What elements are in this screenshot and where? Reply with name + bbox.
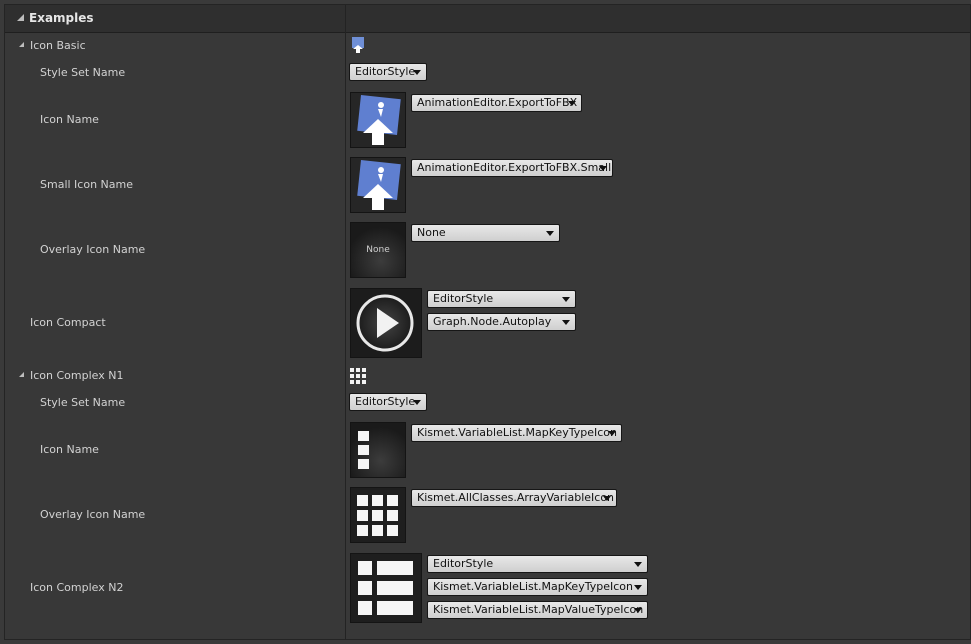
map-key-type-preview-icon — [350, 422, 406, 478]
chevron-down-icon — [568, 101, 576, 106]
dropdown-value: Kismet.VariableList.MapValueTypeIcon — [433, 603, 644, 616]
icon-complex-n2-label: Icon Complex N2 — [30, 581, 124, 594]
array-grid-small-icon — [350, 368, 366, 384]
dropdown-value: Graph.Node.Autoplay — [433, 315, 552, 328]
autoplay-preview-icon — [350, 288, 422, 358]
icon-basic-style-set-dropdown[interactable]: EditorStyle — [349, 63, 427, 81]
icon-complex-n1-style-set-label: Style Set Name — [40, 396, 126, 409]
dropdown-value: Kismet.AllClasses.ArrayVariableIcon — [417, 491, 615, 504]
icon-complex-n1-label: Icon Complex N1 — [30, 369, 124, 382]
icon-complex-n1-overlay-dropdown[interactable]: Kismet.AllClasses.ArrayVariableIcon — [411, 489, 617, 507]
icon-basic-icon-name-label: Icon Name — [40, 113, 99, 126]
chevron-down-icon — [634, 585, 642, 590]
icon-basic-label: Icon Basic — [30, 39, 86, 52]
chevron-down-icon — [634, 562, 642, 567]
export-fbx-small-preview-icon — [351, 37, 365, 53]
chevron-down-icon — [413, 70, 421, 75]
export-fbx-small-large-preview-icon — [350, 157, 406, 213]
icon-complex-n2-style-dropdown[interactable]: EditorStyle — [427, 555, 648, 573]
icon-basic-small-icon-dropdown[interactable]: AnimationEditor.ExportToFBX.Small — [411, 159, 613, 177]
icon-basic-overlay-label: Overlay Icon Name — [40, 243, 146, 256]
icon-basic-small-icon-label: Small Icon Name — [40, 178, 133, 191]
overlay-none-preview: None — [350, 222, 406, 278]
export-fbx-preview-icon — [350, 92, 406, 148]
examples-category-header[interactable]: Examples — [5, 5, 970, 33]
collapse-arrow-icon[interactable] — [17, 14, 24, 21]
dropdown-value: EditorStyle — [433, 557, 494, 570]
dropdown-value: EditorStyle — [355, 65, 416, 78]
icon-compact-style-dropdown[interactable]: EditorStyle — [427, 290, 576, 308]
details-panel: Examples Icon Basic Style Set Name Edito… — [4, 4, 971, 640]
column-divider[interactable] — [345, 5, 346, 639]
map-variable-preview-icon — [350, 553, 422, 623]
chevron-down-icon — [562, 320, 570, 325]
dropdown-value: EditorStyle — [355, 395, 416, 408]
chevron-down-icon — [546, 231, 554, 236]
dropdown-value: Kismet.VariableList.MapKeyTypeIcon — [433, 580, 633, 593]
icon-complex-n2-value-dropdown[interactable]: Kismet.VariableList.MapValueTypeIcon — [427, 601, 648, 619]
dropdown-value: AnimationEditor.ExportToFBX — [417, 96, 578, 109]
chevron-down-icon — [599, 166, 607, 171]
icon-complex-n2-key-dropdown[interactable]: Kismet.VariableList.MapKeyTypeIcon — [427, 578, 648, 596]
icon-basic-icon-name-dropdown[interactable]: AnimationEditor.ExportToFBX — [411, 94, 582, 112]
icon-complex-n1-overlay-label: Overlay Icon Name — [40, 508, 146, 521]
chevron-down-icon — [634, 608, 642, 613]
none-preview-text: None — [366, 245, 390, 255]
chevron-down-icon — [413, 400, 421, 405]
icon-basic-style-set-label: Style Set Name — [40, 66, 126, 79]
dropdown-value: EditorStyle — [433, 292, 494, 305]
array-variable-preview-icon — [350, 487, 406, 543]
icon-complex-n1-style-set-dropdown[interactable]: EditorStyle — [349, 393, 427, 411]
category-title: Examples — [29, 11, 94, 25]
dropdown-value: None — [417, 226, 446, 239]
icon-basic-overlay-dropdown[interactable]: None — [411, 224, 560, 242]
icon-compact-label: Icon Compact — [30, 316, 106, 329]
dropdown-value: AnimationEditor.ExportToFBX.Small — [417, 161, 612, 174]
chevron-down-icon — [562, 297, 570, 302]
chevron-down-icon — [603, 496, 611, 501]
dropdown-value: Kismet.VariableList.MapKeyTypeIcon — [417, 426, 617, 439]
icon-complex-n1-icon-name-dropdown[interactable]: Kismet.VariableList.MapKeyTypeIcon — [411, 424, 622, 442]
icon-complex-n1-expand-arrow-icon[interactable] — [19, 372, 24, 377]
icon-compact-icon-dropdown[interactable]: Graph.Node.Autoplay — [427, 313, 576, 331]
icon-complex-n1-icon-name-label: Icon Name — [40, 443, 99, 456]
chevron-down-icon — [608, 431, 616, 436]
icon-basic-expand-arrow-icon[interactable] — [19, 42, 24, 47]
